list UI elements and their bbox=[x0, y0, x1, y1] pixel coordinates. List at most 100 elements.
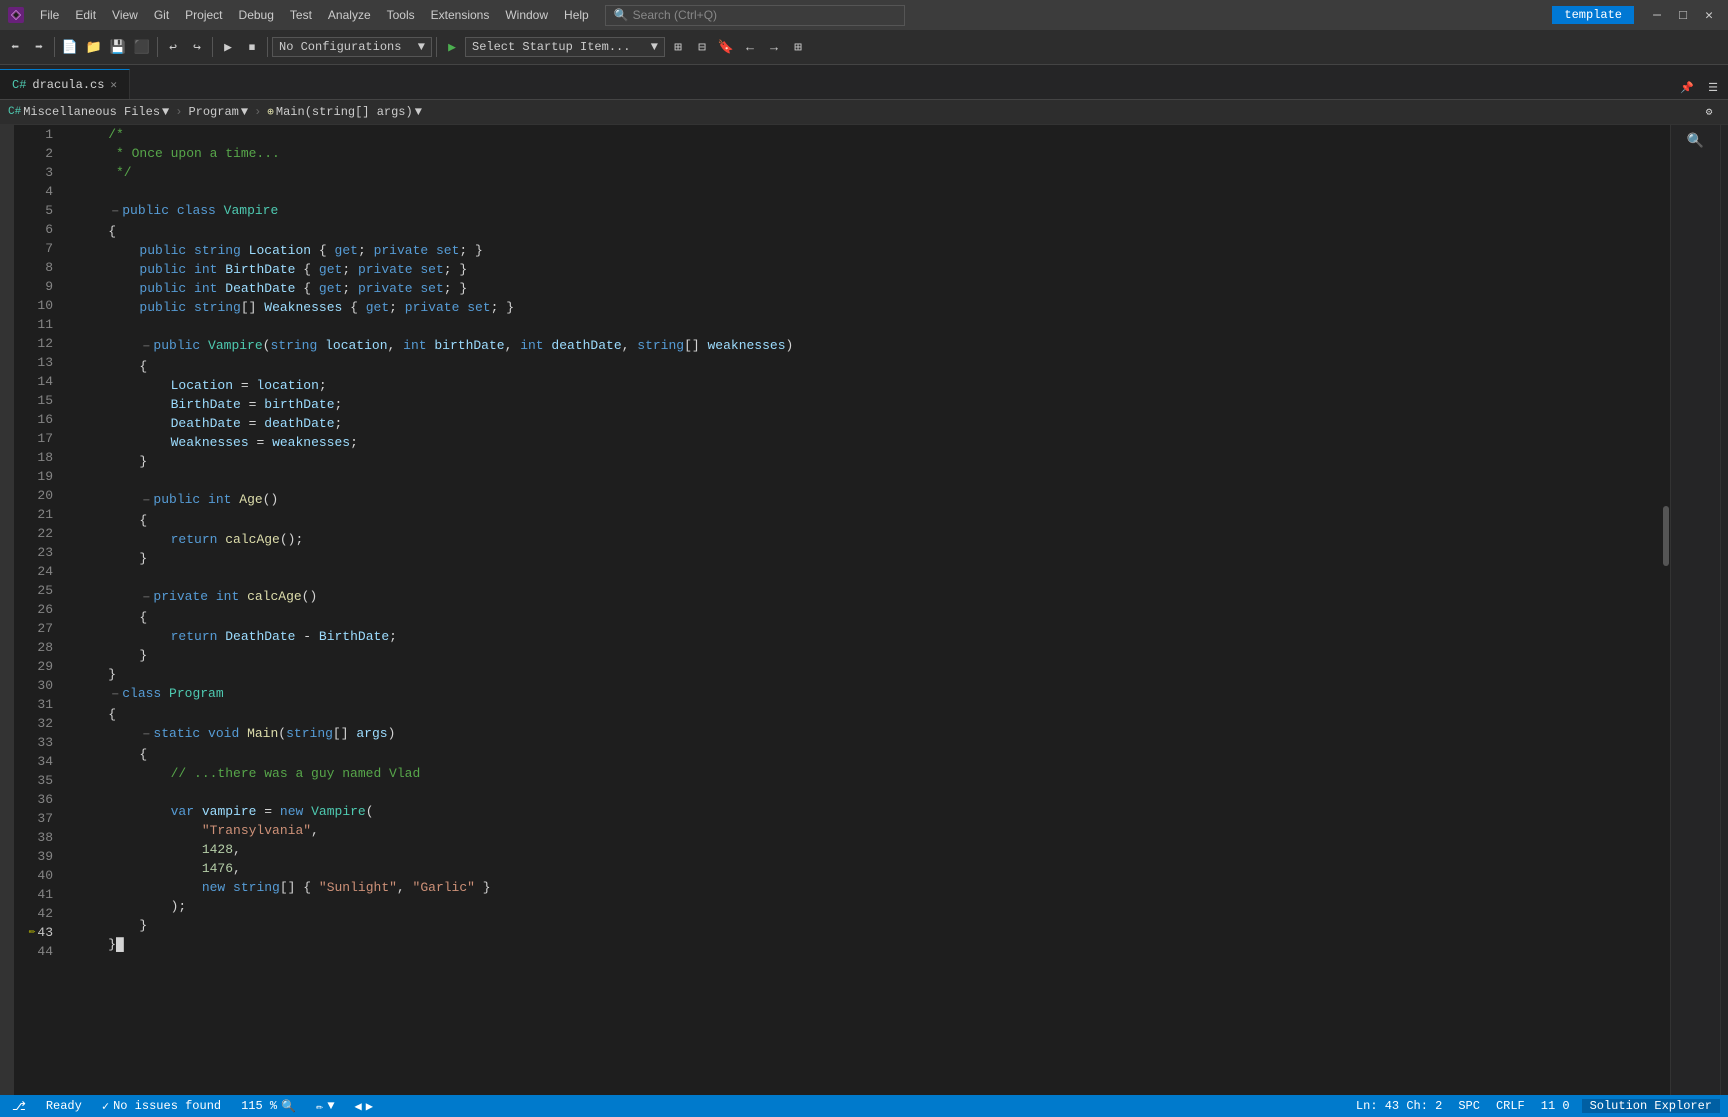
status-bar: ⎇ Ready ✓ No issues found 115 % 🔍 ✏ ▼ ◀ … bbox=[0, 1095, 1728, 1117]
ln-35: 35 bbox=[14, 771, 61, 790]
code-line-27: return DeathDate - BirthDate; bbox=[77, 627, 1654, 646]
breadcrumb-file-location[interactable]: C# Miscellaneous Files ▼ bbox=[8, 105, 169, 119]
save-button[interactable]: 💾 bbox=[107, 36, 129, 58]
breadcrumb-location-label: Miscellaneous Files bbox=[23, 105, 160, 119]
go-forward-button[interactable]: ➡ bbox=[28, 36, 50, 58]
scrollbar-thumb[interactable] bbox=[1663, 506, 1669, 566]
validate-dropdown: ▼ bbox=[327, 1099, 334, 1113]
code-line-19 bbox=[77, 471, 1654, 490]
ln-37: 37 bbox=[14, 809, 61, 828]
main-area: 1 2 3 4 5 6 7 8 9 10 11 12 13 14 15 16 1 bbox=[0, 125, 1728, 1095]
code-line-28: } bbox=[77, 646, 1654, 665]
code-line-7: public string Location { get; private se… bbox=[77, 241, 1654, 260]
config-label: No Configurations bbox=[279, 40, 401, 54]
toolbar-extra-1[interactable]: ⊞ bbox=[667, 36, 689, 58]
minimize-button[interactable]: ─ bbox=[1646, 4, 1668, 26]
ln-39: 39 bbox=[14, 847, 61, 866]
toolbar-extra-5[interactable]: → bbox=[763, 36, 785, 58]
menu-git[interactable]: Git bbox=[146, 4, 177, 26]
toolbar-extra-6[interactable]: ⊞ bbox=[787, 36, 809, 58]
window-title: template bbox=[1552, 6, 1634, 24]
solution-explorer-toggle[interactable]: Solution Explorer bbox=[1582, 1099, 1720, 1113]
ln-34: 34 bbox=[14, 752, 61, 771]
ln-29: 29 bbox=[14, 657, 61, 676]
ln-4: 4 bbox=[14, 182, 61, 201]
menu-file[interactable]: File bbox=[32, 4, 67, 26]
open-file-button[interactable]: 📁 bbox=[83, 36, 105, 58]
menu-analyze[interactable]: Analyze bbox=[320, 4, 379, 26]
right-info: 11 0 bbox=[1537, 1099, 1574, 1113]
undo-button[interactable]: ↩ bbox=[162, 36, 184, 58]
ln-11: 11 bbox=[14, 315, 61, 334]
toolbar-extra-3[interactable]: 🔖 bbox=[715, 36, 737, 58]
play-icon[interactable]: ▶ bbox=[441, 36, 463, 58]
ln-42: 42 bbox=[14, 904, 61, 923]
menu-project[interactable]: Project bbox=[177, 4, 230, 26]
cursor-position: Ln: 43 Ch: 2 bbox=[1352, 1099, 1446, 1113]
code-content[interactable]: /* * Once upon a time... */ ─public clas… bbox=[69, 125, 1662, 1095]
tab-dracula-cs[interactable]: C# dracula.cs ✕ bbox=[0, 69, 130, 99]
menu-tools[interactable]: Tools bbox=[379, 4, 423, 26]
validate-button[interactable]: ✏ ▼ bbox=[312, 1099, 338, 1114]
no-issues-status[interactable]: ✓ No issues found bbox=[98, 1099, 225, 1114]
menu-view[interactable]: View bbox=[104, 4, 146, 26]
toolbar-extra-2[interactable]: ⊟ bbox=[691, 36, 713, 58]
tab-overflow-button[interactable]: ☰ bbox=[1702, 77, 1724, 99]
global-search[interactable]: 🔍 Search (Ctrl+Q) bbox=[605, 5, 905, 26]
redo-button[interactable]: ↪ bbox=[186, 36, 208, 58]
menu-edit[interactable]: Edit bbox=[67, 4, 104, 26]
ready-label: Ready bbox=[46, 1099, 82, 1113]
menu-debug[interactable]: Debug bbox=[231, 4, 282, 26]
configuration-dropdown[interactable]: No Configurations ▼ bbox=[272, 37, 432, 57]
save-all-button[interactable]: ⬛ bbox=[131, 36, 153, 58]
nav-arrows[interactable]: ◀ ▶ bbox=[351, 1099, 377, 1114]
issues-label: No issues found bbox=[113, 1099, 221, 1113]
menu-test[interactable]: Test bbox=[282, 4, 320, 26]
code-line-30: ─class Program bbox=[77, 684, 1654, 705]
check-icon: ✓ bbox=[102, 1099, 109, 1114]
startup-item-dropdown[interactable]: Select Startup Item... ▼ bbox=[465, 37, 665, 57]
search-panel-header: 🔍 bbox=[1673, 129, 1718, 154]
ln-44: 44 bbox=[14, 942, 61, 961]
menu-extensions[interactable]: Extensions bbox=[423, 4, 498, 26]
toolbar: ⬅ ➡ 📄 📁 💾 ⬛ ↩ ↪ ▶ ⏹ No Configurations ▼ … bbox=[0, 30, 1728, 65]
toolbar-extra-4[interactable]: ← bbox=[739, 36, 761, 58]
maximize-button[interactable]: □ bbox=[1672, 4, 1694, 26]
bc-sep-1: › bbox=[175, 105, 182, 119]
line-ending-status[interactable]: CRLF bbox=[1492, 1099, 1529, 1113]
code-line-29: } bbox=[77, 665, 1654, 684]
ln-19: 19 bbox=[14, 467, 61, 486]
breadcrumb-class[interactable]: Program ▼ bbox=[188, 105, 248, 119]
nav-right-icon[interactable]: ▶ bbox=[366, 1099, 373, 1114]
new-file-button[interactable]: 📄 bbox=[59, 36, 81, 58]
tab-pin-button[interactable]: 📌 bbox=[1676, 77, 1698, 99]
code-editor[interactable]: 1 2 3 4 5 6 7 8 9 10 11 12 13 14 15 16 1 bbox=[14, 125, 1670, 1095]
tab-filename: dracula.cs bbox=[32, 78, 104, 92]
bc-class-arrow: ▼ bbox=[241, 105, 248, 119]
code-line-13: { bbox=[77, 357, 1654, 376]
search-panel-icon[interactable]: 🔍 bbox=[1687, 133, 1704, 150]
nav-left-icon[interactable]: ◀ bbox=[355, 1099, 362, 1114]
encoding-status[interactable]: SPC bbox=[1454, 1099, 1484, 1113]
code-line-21: { bbox=[77, 511, 1654, 530]
toolbar-separator-5 bbox=[436, 37, 437, 57]
code-line-18: } bbox=[77, 452, 1654, 471]
activity-bar bbox=[0, 125, 14, 1095]
vertical-scrollbar[interactable] bbox=[1662, 125, 1670, 1095]
git-status[interactable]: ⎇ bbox=[8, 1099, 30, 1114]
code-line-25: ─private int calcAge() bbox=[77, 587, 1654, 608]
ln-15: 15 bbox=[14, 391, 61, 410]
menu-help[interactable]: Help bbox=[556, 4, 597, 26]
tab-close-button[interactable]: ✕ bbox=[110, 78, 117, 92]
run-button[interactable]: ▶ bbox=[217, 36, 239, 58]
go-back-button[interactable]: ⬅ bbox=[4, 36, 26, 58]
code-line-3: */ bbox=[77, 163, 1654, 182]
menu-window[interactable]: Window bbox=[497, 4, 556, 26]
breadcrumb-settings[interactable]: ⚙ bbox=[1698, 101, 1720, 123]
close-button[interactable]: ✕ bbox=[1698, 4, 1720, 26]
startup-label: Select Startup Item... bbox=[472, 40, 630, 54]
stop-button[interactable]: ⏹ bbox=[241, 36, 263, 58]
breadcrumb-method[interactable]: ⊕ Main(string[] args) ▼ bbox=[267, 105, 422, 119]
zoom-status[interactable]: 115 % 🔍 bbox=[237, 1099, 300, 1114]
toolbar-separator-1 bbox=[54, 37, 55, 57]
